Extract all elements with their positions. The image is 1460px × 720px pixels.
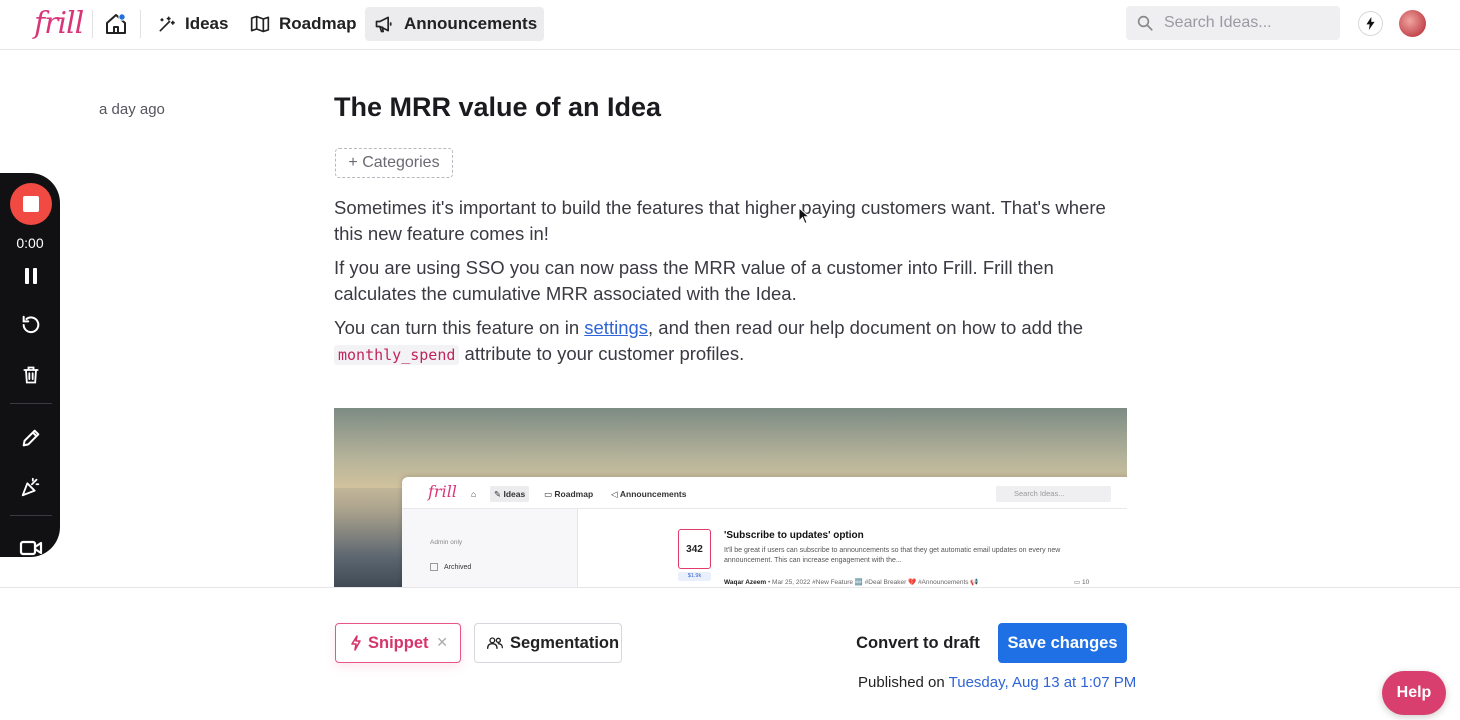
snippet-button[interactable]: Snippet ✕ [335, 623, 461, 663]
nav-roadmap-label: Roadmap [279, 14, 357, 33]
settings-link[interactable]: settings [584, 317, 648, 338]
embedded-idea-meta: Waqar Azeem • Mar 25, 2022 #New Feature … [724, 578, 1127, 586]
embedded-admin-label: Admin only [430, 539, 463, 546]
help-button[interactable]: Help [1382, 671, 1446, 715]
archive-icon [430, 563, 438, 571]
embedded-archived: Archived [430, 563, 471, 571]
embedded-archived-label: Archived [444, 563, 472, 571]
segmentation-label: Segmentation [510, 633, 620, 652]
top-navigation: frill Ideas Roadmap Announcements [0, 0, 1460, 50]
restart-button[interactable] [18, 312, 44, 338]
embedded-comment-count: ▭ 10 [1074, 579, 1090, 586]
embedded-meta-text: • Mar 25, 2022 #New Feature 🆕 #Deal Brea… [767, 579, 979, 586]
embedded-mrr-badge: $1.9k [678, 572, 711, 581]
screen-recorder-toolbar: 0:00 [0, 173, 60, 557]
published-prefix: Published on [858, 674, 949, 691]
embedded-vote-count: 342 [678, 529, 711, 569]
divider [92, 10, 93, 38]
embedded-nav-ideas: ✎ Ideas [490, 486, 530, 502]
embedded-logo: frill [428, 482, 457, 501]
megaphone-icon [375, 16, 392, 33]
pencil-icon [22, 429, 40, 447]
stop-recording-button[interactable] [10, 183, 52, 225]
map-icon [250, 15, 270, 33]
editor-footer [0, 587, 1460, 720]
embedded-nav: frill ⌂ ✎ Ideas ▭ Roadmap ◁ Announcement… [402, 477, 1127, 509]
paragraph-3-text: attribute to your customer profiles. [459, 343, 745, 364]
party-popper-icon [21, 477, 40, 497]
paragraph-3-text: You can turn this feature on in [334, 317, 585, 338]
embedded-nav-label: Ideas [503, 489, 526, 499]
whats-new-button[interactable] [1358, 11, 1383, 36]
embedded-sidebar: Admin only Archived [402, 509, 578, 587]
trash-icon [23, 366, 39, 384]
user-avatar[interactable] [1399, 10, 1426, 37]
video-camera-icon [19, 540, 43, 556]
users-icon [487, 637, 503, 649]
remove-snippet-icon[interactable]: ✕ [436, 634, 448, 651]
embedded-nav-label: Roadmap [554, 489, 594, 499]
nav-ideas-label: Ideas [185, 14, 229, 33]
draw-button[interactable] [18, 425, 44, 451]
divider [140, 10, 141, 38]
snippet-label: Snippet [368, 633, 429, 652]
lightning-icon [351, 635, 361, 651]
search-input[interactable] [1164, 14, 1324, 32]
embedded-author: Waqar Azeem [724, 579, 767, 586]
paragraph-2[interactable]: If you are using SSO you can now pass th… [334, 255, 1134, 307]
pause-button[interactable] [18, 263, 44, 289]
restart-icon [22, 315, 40, 334]
embedded-nav-roadmap: ▭ Roadmap [544, 488, 594, 500]
search-icon [1137, 15, 1153, 31]
announcement-date: a day ago [99, 101, 165, 118]
effects-button[interactable] [18, 474, 44, 500]
frill-logo[interactable]: frill [34, 6, 84, 41]
published-info: Published on Tuesday, Aug 13 at 1:07 PM [858, 674, 1136, 691]
save-changes-button[interactable]: Save changes [998, 623, 1127, 663]
mouse-cursor-icon [798, 207, 810, 225]
recording-timer: 0:00 [16, 235, 44, 251]
home-button[interactable] [102, 10, 130, 38]
embedded-idea-body: It'll be great if users can subscribe to… [724, 547, 1061, 564]
add-categories-button[interactable]: + Categories [335, 148, 453, 178]
paragraph-1[interactable]: Sometimes it's important to build the fe… [334, 195, 1134, 247]
delete-button[interactable] [18, 362, 44, 388]
lightning-icon [1366, 17, 1375, 30]
embedded-search: Search Ideas... [996, 486, 1111, 502]
stop-icon [23, 196, 39, 212]
nav-announcements-label: Announcements [404, 14, 538, 33]
embedded-nav-label: Announcements [619, 489, 687, 499]
nav-roadmap[interactable]: Roadmap [242, 7, 363, 41]
nav-announcements[interactable]: Announcements [365, 7, 545, 41]
published-date-link[interactable]: Tuesday, Aug 13 at 1:07 PM [949, 674, 1137, 691]
search-box[interactable] [1126, 6, 1340, 40]
divider [10, 515, 52, 516]
magic-wand-icon [159, 16, 175, 32]
paragraph-3[interactable]: You can turn this feature on in settings… [334, 315, 1134, 368]
embedded-comments: 10 [1081, 579, 1090, 586]
segmentation-button[interactable]: Segmentation [474, 623, 622, 663]
code-monthly-spend: monthly_spend [334, 345, 460, 365]
convert-to-draft-button[interactable]: Convert to draft [850, 623, 986, 663]
pause-icon [25, 268, 37, 284]
home-icon [106, 13, 126, 34]
embedded-app-window: frill ⌂ ✎ Ideas ▭ Roadmap ◁ Announcement… [402, 477, 1127, 587]
paragraph-3-text: , and then read our help document on how… [648, 317, 1084, 338]
divider [10, 403, 52, 404]
embedded-nav-announcements: ◁ Announcements [611, 488, 687, 500]
nav-ideas[interactable]: Ideas [150, 7, 235, 41]
camera-button[interactable] [18, 535, 44, 561]
embedded-idea-title: 'Subscribe to updates' option [724, 530, 864, 541]
embedded-home-icon: ⌂ [471, 489, 477, 499]
announcement-title[interactable]: The MRR value of an Idea [334, 92, 661, 123]
embedded-screenshot-image[interactable]: frill ⌂ ✎ Ideas ▭ Roadmap ◁ Announcement… [334, 408, 1127, 587]
